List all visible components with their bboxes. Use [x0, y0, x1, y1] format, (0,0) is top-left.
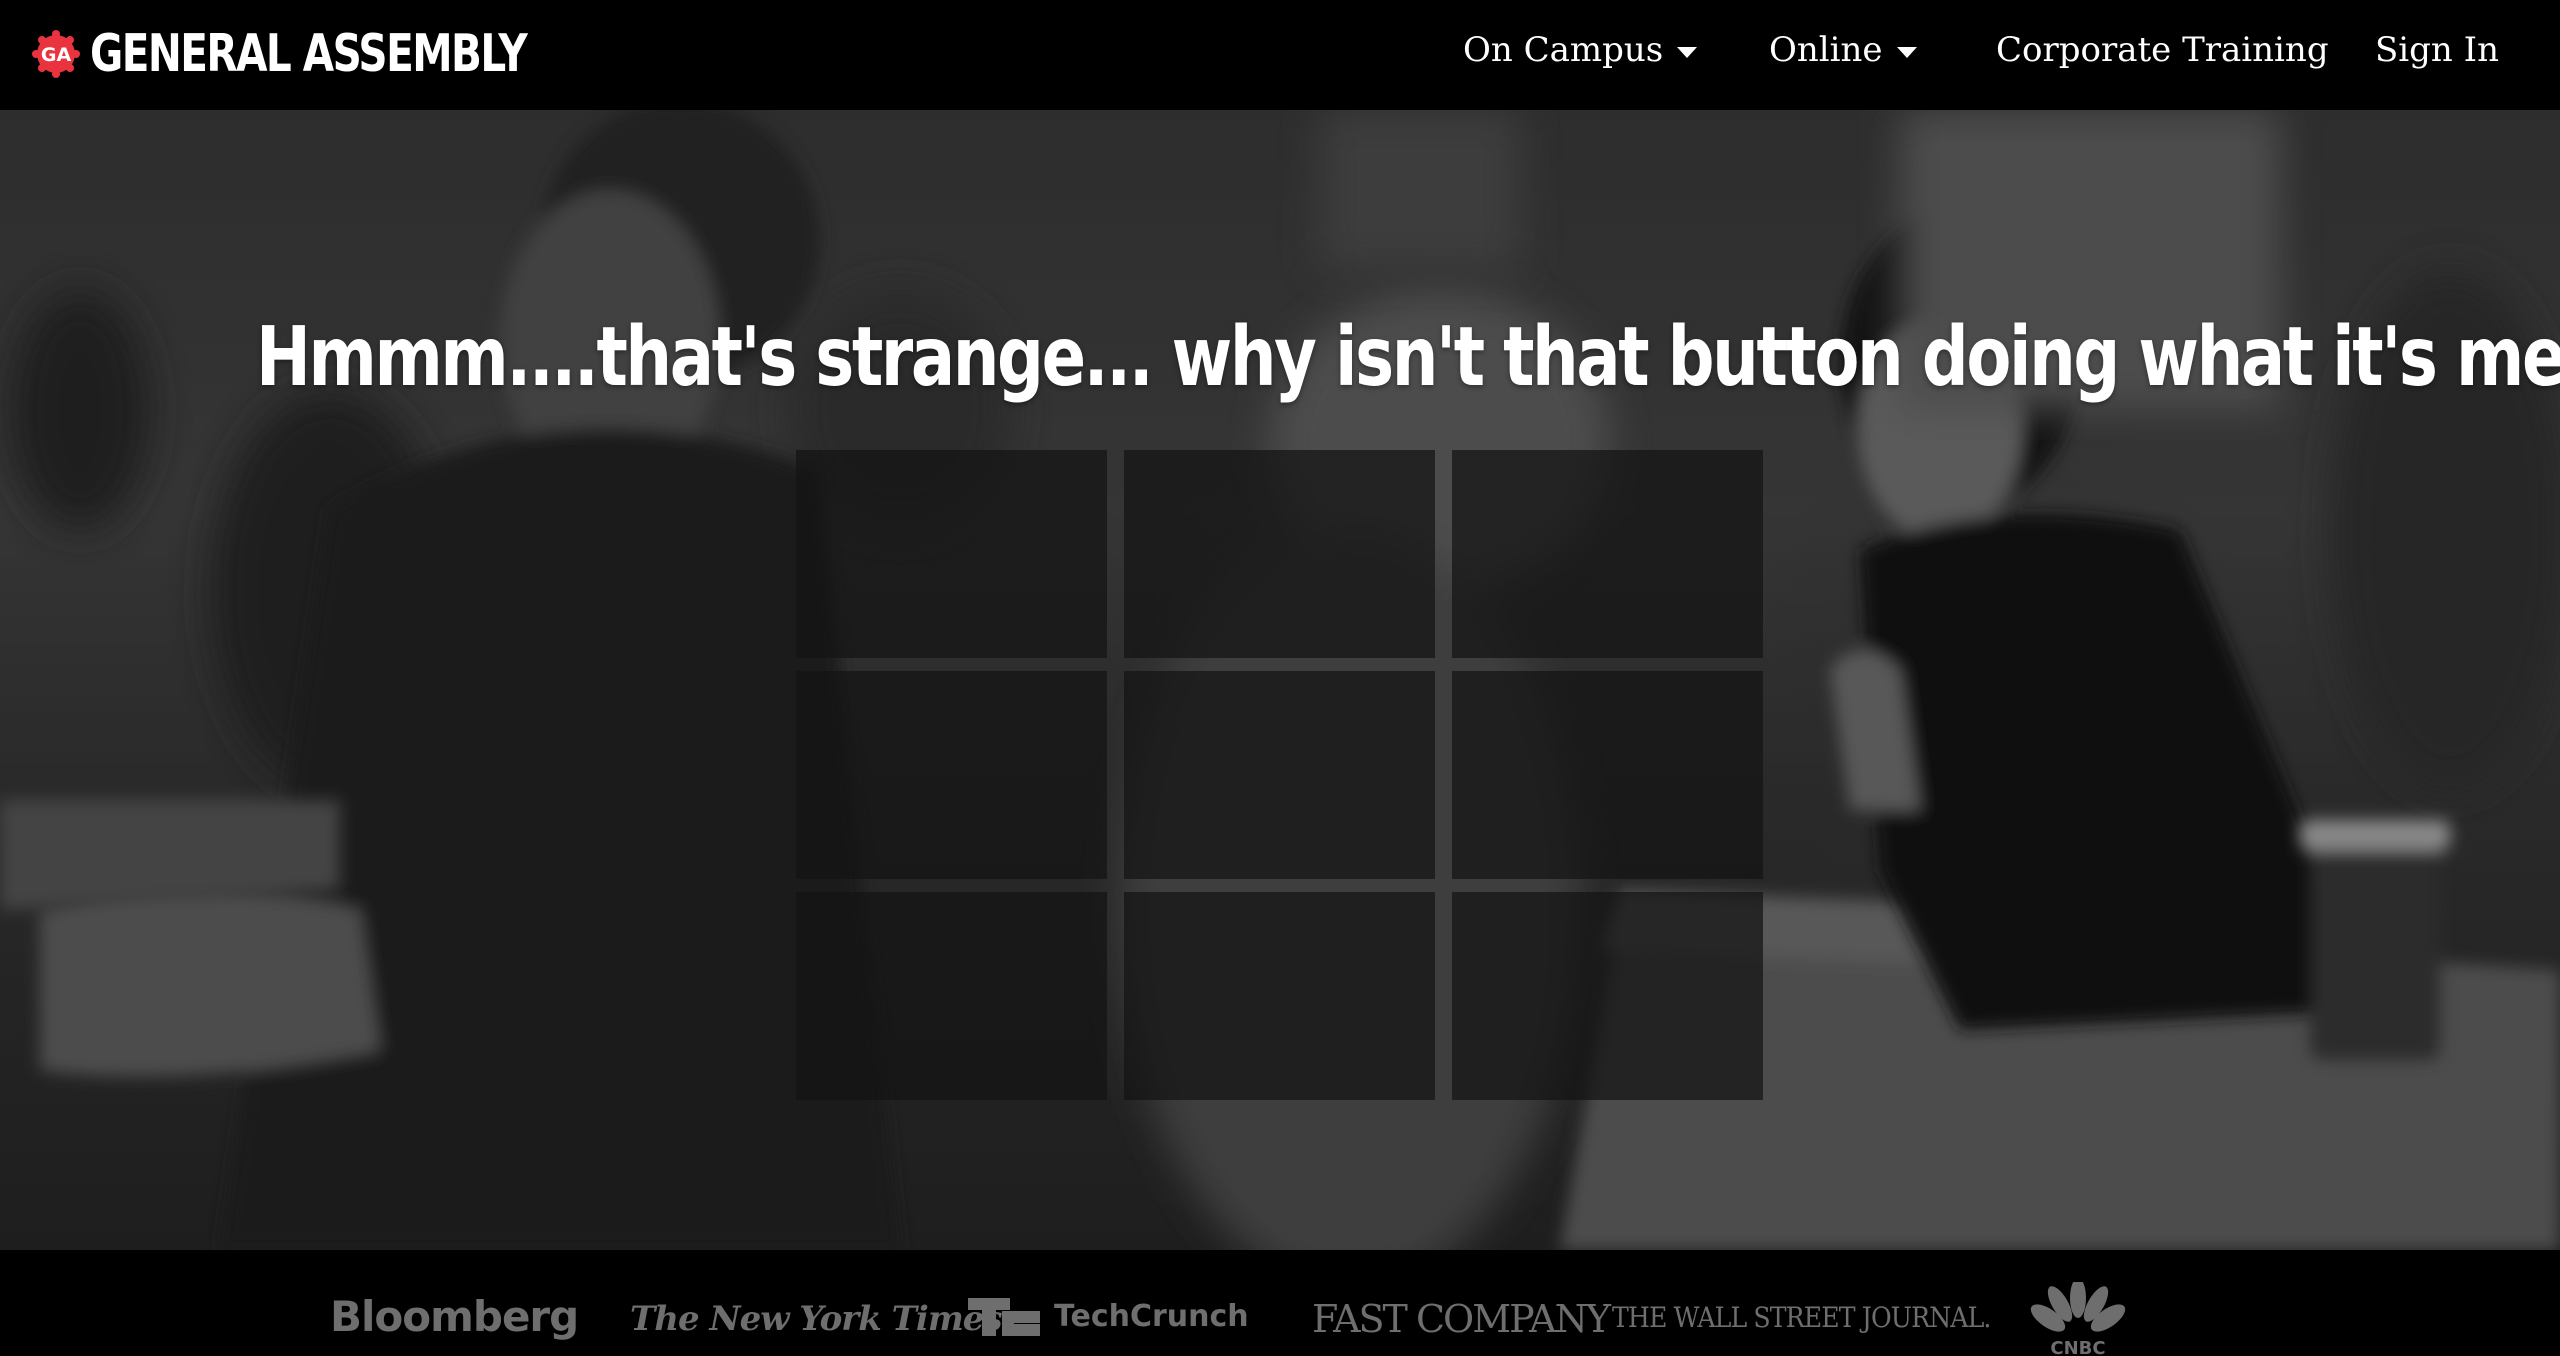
techcrunch-wordmark: TechCrunch [1054, 1299, 1249, 1334]
grid-tile[interactable] [1452, 892, 1763, 1100]
nav-corporate-training-link[interactable]: Corporate Training [1996, 30, 2329, 70]
grid-tile[interactable] [1452, 450, 1763, 658]
brand-name: GENERAL ASSEMBLY [90, 24, 528, 84]
nav-on-campus-label: On Campus [1463, 30, 1664, 70]
wsj-logo: THE WALL STREET JOURNAL. [1612, 1301, 1991, 1334]
svg-text:GA: GA [41, 44, 72, 66]
techcrunch-mark-icon [968, 1298, 1040, 1336]
nav-online-dropdown[interactable]: Online [1769, 30, 1917, 70]
nav-on-campus-dropdown[interactable]: On Campus [1463, 30, 1698, 70]
grid-tile[interactable] [1124, 450, 1435, 658]
chevron-down-icon [1677, 46, 1698, 58]
sign-in-link[interactable]: Sign In [2375, 30, 2499, 70]
grid-tile[interactable] [1452, 671, 1763, 879]
svg-text:CNBC: CNBC [2050, 1338, 2105, 1356]
grid-tile[interactable] [796, 450, 1107, 658]
cnbc-logo: CNBC [2026, 1282, 2130, 1356]
bloomberg-logo: Bloomberg [330, 1292, 579, 1341]
grid-tile[interactable] [796, 892, 1107, 1100]
site-header: GA GENERAL ASSEMBLY On Campus Online Cor… [0, 0, 2560, 110]
press-logos-strip: Bloomberg The New York Times TechCrunch … [0, 1250, 2560, 1356]
chevron-down-icon [1896, 46, 1917, 58]
hero-section: Hmmm....that's strange... why isn't that… [0, 110, 2560, 1250]
tile-grid [796, 450, 1764, 1100]
grid-tile[interactable] [1124, 671, 1435, 879]
fast-company-logo: FAST COMPANY [1312, 1297, 1611, 1341]
grid-tile[interactable] [796, 671, 1107, 879]
ga-logo-link[interactable]: GA GENERAL ASSEMBLY [32, 28, 649, 80]
nyt-logo: The New York Times [630, 1299, 1003, 1339]
hero-headline: Hmmm....that's strange... why isn't that… [256, 309, 2560, 405]
nav-online-label: Online [1769, 30, 1883, 70]
grid-tile[interactable] [1124, 892, 1435, 1100]
techcrunch-logo: TechCrunch [968, 1298, 1249, 1336]
ga-badge-icon: GA [32, 30, 80, 78]
